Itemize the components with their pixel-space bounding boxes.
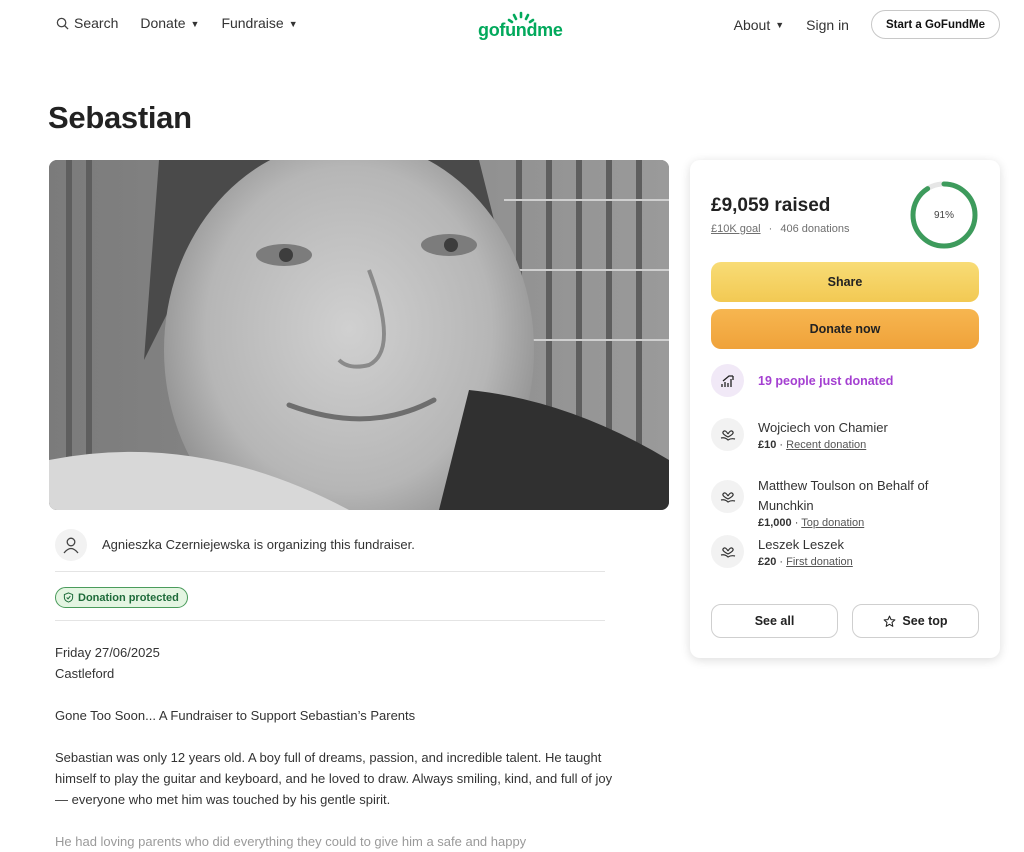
donor-amount: £10 (758, 439, 777, 451)
donor-name: Matthew Toulson on Behalf of Munchkin (758, 478, 929, 513)
goal-separator: · (768, 223, 773, 235)
shield-icon (63, 592, 74, 603)
donation-heart-icon (711, 535, 744, 568)
user-icon (55, 528, 87, 561)
star-icon (884, 615, 896, 627)
donate-now-button[interactable]: Donate now (711, 309, 979, 349)
donation-card: £9,059 raised £10K goal · 406 donations … (690, 160, 1000, 658)
story-paragraph-2: He had loving parents who did everything… (55, 834, 527, 849)
story: Friday 27/06/2025 Castleford Gone Too So… (55, 642, 615, 852)
campaign-photo[interactable] (49, 160, 669, 510)
nav-left: Search Donate ▼ Fundraise ▼ (56, 15, 298, 31)
see-top-button[interactable]: See top (852, 604, 979, 638)
goal-summary: £10K goal · 406 donations (711, 223, 849, 235)
fundraise-menu-label: Fundraise (221, 15, 284, 31)
donor-tag[interactable]: First donation (786, 556, 853, 568)
signin-link[interactable]: Sign in (806, 17, 849, 33)
donate-menu[interactable]: Donate ▼ (140, 15, 199, 31)
see-all-button[interactable]: See all (711, 604, 838, 638)
trending-icon (711, 364, 744, 397)
donor-meta: £20 · First donation (758, 556, 853, 568)
donation-protected-badge[interactable]: Donation protected (55, 587, 188, 608)
progress-label: 91% (933, 209, 954, 221)
signin-label: Sign in (806, 16, 849, 33)
recent-activity-text: 19 people just donated (758, 373, 894, 388)
share-button[interactable]: Share (711, 262, 979, 302)
donor-item: Leszek Leszek £20 · First donation (711, 535, 968, 569)
start-gofundme-button[interactable]: Start a GoFundMe (870, 10, 1000, 39)
organizer-row: Agnieszka Czerniejewska is organizing th… (55, 526, 605, 572)
protection-row: Donation protected (55, 574, 605, 621)
gofundme-logo[interactable]: gofundme (478, 11, 570, 40)
amount-raised: £9,059 raised (711, 195, 831, 216)
see-all-label: See all (754, 614, 795, 628)
donation-heart-icon (711, 480, 744, 513)
page-title: Sebastian (48, 100, 192, 135)
logo-text: gofundme (478, 20, 563, 40)
search-label: Search (74, 15, 119, 31)
story-paragraph-1: Sebastian was only 12 years old. A boy f… (55, 750, 613, 807)
recent-activity: 19 people just donated (711, 364, 893, 397)
about-menu[interactable]: About ▼ (734, 17, 785, 33)
story-headline: Gone Too Soon... A Fundraiser to Support… (55, 708, 416, 723)
see-top-label: See top (902, 614, 948, 628)
donor-tag[interactable]: Top donation (801, 517, 864, 529)
donation-count: 406 donations (780, 223, 850, 235)
donor-tag[interactable]: Recent donation (786, 439, 866, 451)
donor-name: Leszek Leszek (758, 537, 844, 552)
donor-name: Wojciech von Chamier (758, 420, 888, 435)
donation-protected-label: Donation protected (78, 591, 179, 604)
donor-item: Wojciech von Chamier £10 · Recent donati… (711, 418, 968, 452)
donation-heart-icon (711, 418, 744, 451)
nav-right: About ▼ Sign in Start a GoFundMe (734, 10, 1000, 39)
caret-down-icon: ▼ (190, 18, 200, 29)
donor-amount: £1,000 (758, 517, 792, 529)
campaign-photo-image (49, 160, 669, 510)
story-place: Castleford (55, 666, 115, 681)
donate-menu-label: Donate (140, 15, 186, 31)
top-nav: Search Donate ▼ Fundraise ▼ gofundme Abo… (0, 0, 1024, 48)
donor-amount: £20 (758, 556, 777, 568)
caret-down-icon: ▼ (775, 20, 785, 30)
search-link[interactable]: Search (56, 15, 118, 31)
goal-link[interactable]: £10K goal (711, 223, 761, 235)
search-icon (56, 17, 69, 30)
story-date: Friday 27/06/2025 (55, 645, 160, 660)
donor-item: Matthew Toulson on Behalf of Munchkin £1… (711, 476, 968, 530)
donor-meta: £10 · Recent donation (758, 439, 867, 451)
fundraise-menu[interactable]: Fundraise ▼ (221, 15, 297, 31)
caret-down-icon: ▼ (288, 18, 298, 29)
about-menu-label: About (733, 16, 771, 33)
donor-meta: £1,000 · Top donation (758, 517, 865, 529)
organizer-text: Agnieszka Czerniejewska is organizing th… (102, 537, 415, 552)
